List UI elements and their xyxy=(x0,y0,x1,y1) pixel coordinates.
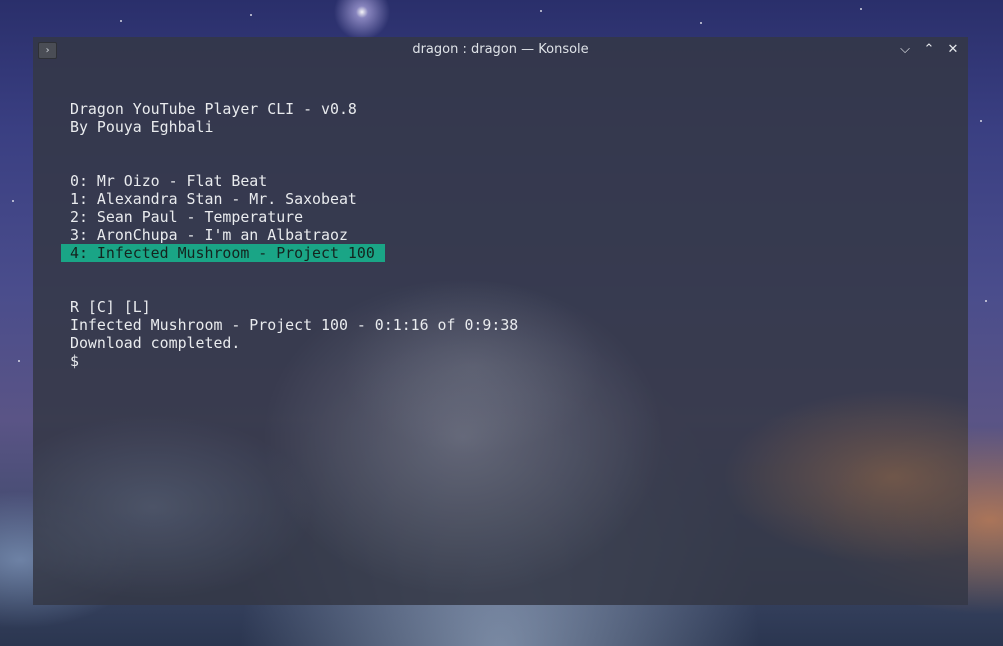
status-message: Download completed. xyxy=(70,334,241,352)
close-button[interactable]: ✕ xyxy=(944,41,962,59)
track-item[interactable]: 2: Sean Paul - Temperature xyxy=(61,208,941,226)
mode-indicators: R [C] [L] xyxy=(70,298,151,316)
titlebar[interactable]: › dragon : dragon — Konsole ⌵ ⌃ ✕ xyxy=(33,37,968,63)
track-item-selected[interactable]: 4: Infected Mushroom - Project 100 xyxy=(61,244,941,262)
minimize-button[interactable]: ⌵ xyxy=(896,41,914,59)
star xyxy=(985,300,987,302)
track-item[interactable]: 3: AronChupa - I'm an Albatraoz xyxy=(61,226,941,244)
terminal-output[interactable]: Dragon YouTube Player CLI - v0.8 By Pouy… xyxy=(61,100,941,370)
app-title-line: Dragon YouTube Player CLI - v0.8 xyxy=(70,100,357,118)
konsole-window: › dragon : dragon — Konsole ⌵ ⌃ ✕ Dragon… xyxy=(33,37,968,605)
star xyxy=(120,20,122,22)
selected-track-highlight[interactable]: 4: Infected Mushroom - Project 100 xyxy=(61,244,385,262)
maximize-button[interactable]: ⌃ xyxy=(920,41,938,59)
star xyxy=(12,200,14,202)
star xyxy=(540,10,542,12)
star xyxy=(250,14,252,16)
shell-prompt[interactable]: $ xyxy=(61,352,941,370)
track-item[interactable]: 1: Alexandra Stan - Mr. Saxobeat xyxy=(61,190,941,208)
now-playing-line: Infected Mushroom - Project 100 - 0:1:16… xyxy=(70,316,519,334)
star xyxy=(980,120,982,122)
window-title: dragon : dragon — Konsole xyxy=(412,42,589,57)
author-line: By Pouya Eghbali xyxy=(70,118,214,136)
star xyxy=(18,360,20,362)
star xyxy=(700,22,702,24)
track-item[interactable]: 0: Mr Oizo - Flat Beat xyxy=(61,172,941,190)
star xyxy=(860,8,862,10)
